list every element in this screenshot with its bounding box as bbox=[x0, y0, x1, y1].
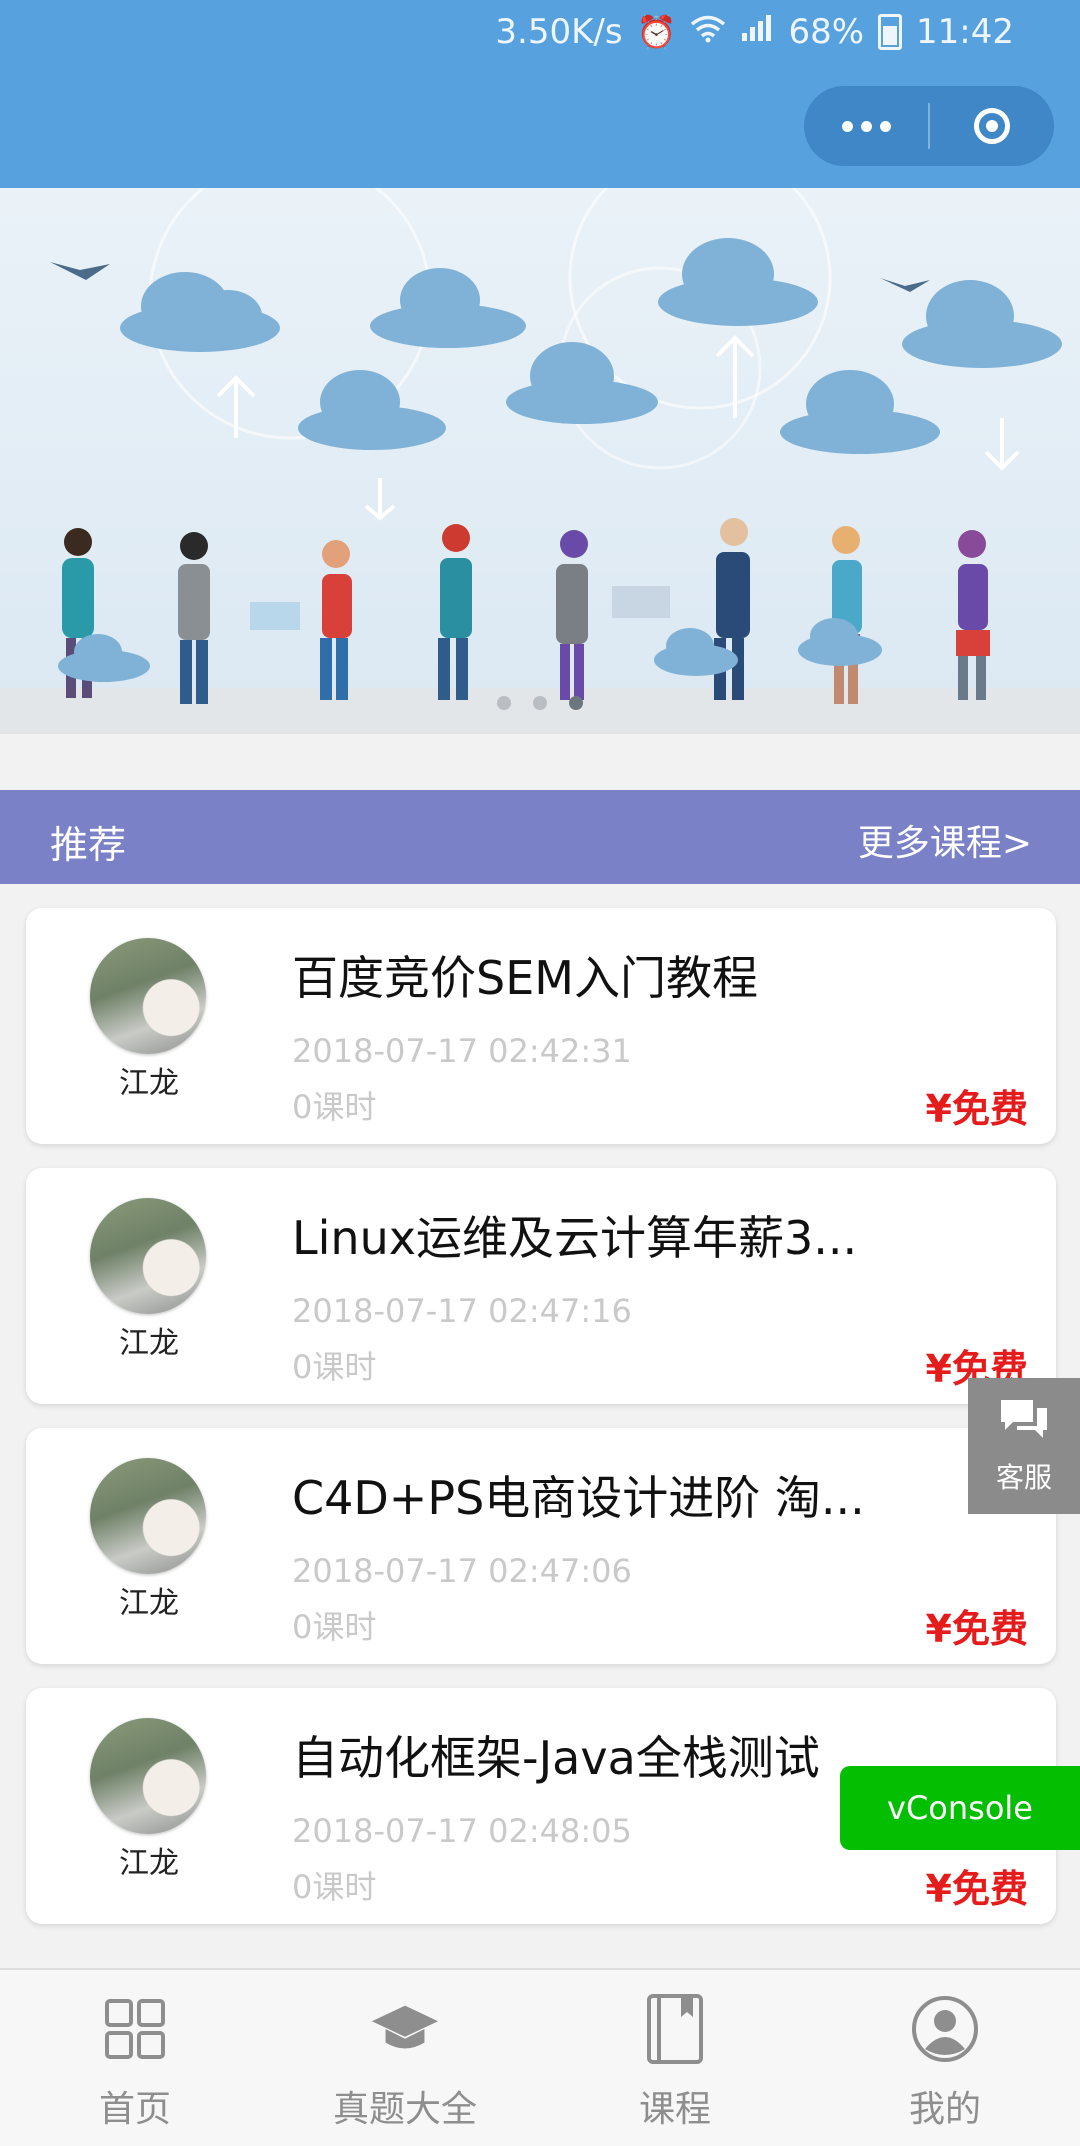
course-title: 自动化框架-Java全栈测试 bbox=[292, 1731, 820, 1785]
network-speed: 3.50K/s bbox=[495, 12, 623, 52]
course-date: 2018-07-17 02:47:16 bbox=[292, 1292, 632, 1330]
recommend-section-header: 推荐 更多课程> bbox=[0, 790, 1080, 884]
course-date: 2018-07-17 02:48:05 bbox=[292, 1812, 632, 1850]
carousel-indicator bbox=[0, 696, 1080, 710]
course-date: 2018-07-17 02:47:06 bbox=[292, 1552, 632, 1590]
course-date: 2018-07-17 02:42:31 bbox=[292, 1032, 632, 1070]
course-lessons: 0课时 bbox=[292, 1088, 377, 1126]
course-lessons: 0课时 bbox=[292, 1868, 377, 1906]
tab-mine[interactable]: 我的 bbox=[810, 1970, 1080, 2146]
banner-carousel[interactable] bbox=[0, 188, 1080, 734]
section-title: 推荐 bbox=[50, 823, 127, 867]
bottom-tab-bar: 首页 真题大全 课程 我的 bbox=[0, 1968, 1080, 2146]
tab-label: 真题大全 bbox=[332, 2089, 477, 2130]
course-card[interactable]: 江龙 百度竞价SEM入门教程 2018-07-17 02:42:31 0课时 ¥… bbox=[26, 908, 1056, 1144]
clock: 11:42 bbox=[916, 12, 1014, 52]
target-circle-icon[interactable] bbox=[930, 86, 1054, 166]
author-name: 江龙 bbox=[119, 1586, 179, 1621]
tab-label: 课程 bbox=[638, 2089, 711, 2130]
banner-illustration bbox=[0, 188, 1080, 734]
author-avatar bbox=[90, 938, 206, 1054]
carousel-dot-active[interactable] bbox=[569, 696, 583, 710]
course-lessons: 0课时 bbox=[292, 1608, 377, 1646]
more-courses-link[interactable]: 更多课程> bbox=[858, 814, 1032, 866]
author-avatar bbox=[90, 1718, 206, 1834]
battery-icon bbox=[878, 14, 903, 50]
tab-exams[interactable]: 真题大全 bbox=[270, 1970, 540, 2146]
course-title: Linux运维及云计算年薪3... bbox=[292, 1211, 858, 1265]
status-bar: 3.50K/s ⏰ 68% 11:42 bbox=[495, 10, 1014, 54]
course-title: C4D+PS电商设计进阶 淘... bbox=[292, 1471, 865, 1525]
tab-courses[interactable]: 课程 bbox=[540, 1970, 810, 2146]
course-card[interactable]: 江龙 Linux运维及云计算年薪3... 2018-07-17 02:47:16… bbox=[26, 1168, 1056, 1404]
tab-home[interactable]: 首页 bbox=[0, 1970, 270, 2146]
customer-service-button[interactable]: 客服 bbox=[968, 1378, 1080, 1514]
grid-icon bbox=[100, 1994, 170, 2064]
course-lessons: 0课时 bbox=[292, 1348, 377, 1386]
course-price: ¥免费 bbox=[925, 1087, 1028, 1131]
customer-service-label: 客服 bbox=[995, 1461, 1052, 1494]
user-icon bbox=[910, 1994, 980, 2064]
tab-label: 我的 bbox=[908, 2089, 981, 2130]
wifi-icon bbox=[690, 13, 726, 51]
author-name: 江龙 bbox=[119, 1846, 179, 1881]
battery-percent: 68% bbox=[788, 12, 865, 52]
graduation-cap-icon bbox=[370, 1994, 440, 2064]
course-price: ¥免费 bbox=[925, 1607, 1028, 1651]
miniprogram-capsule bbox=[804, 86, 1054, 166]
alarm-icon: ⏰ bbox=[636, 13, 677, 51]
course-card[interactable]: 江龙 C4D+PS电商设计进阶 淘... 2018-07-17 02:47:06… bbox=[26, 1428, 1056, 1664]
book-icon bbox=[640, 1994, 710, 2064]
chat-bubbles-icon bbox=[997, 1396, 1051, 1446]
author-name: 江龙 bbox=[119, 1066, 179, 1101]
course-title: 百度竞价SEM入门教程 bbox=[292, 951, 758, 1005]
vconsole-button[interactable]: vConsole bbox=[840, 1766, 1080, 1850]
carousel-dot[interactable] bbox=[497, 696, 511, 710]
author-avatar bbox=[90, 1198, 206, 1314]
carousel-dot[interactable] bbox=[533, 696, 547, 710]
more-dots-icon[interactable] bbox=[804, 86, 928, 166]
signal-icon bbox=[740, 13, 774, 51]
author-avatar bbox=[90, 1458, 206, 1574]
course-price: ¥免费 bbox=[925, 1867, 1028, 1911]
author-name: 江龙 bbox=[119, 1326, 179, 1361]
tab-label: 首页 bbox=[98, 2089, 171, 2130]
header-bar: 3.50K/s ⏰ 68% 11:42 bbox=[0, 0, 1080, 188]
